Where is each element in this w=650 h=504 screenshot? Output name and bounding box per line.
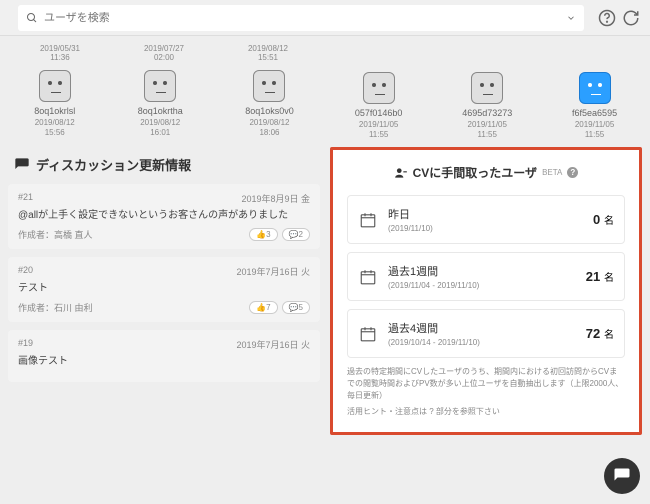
help-icon[interactable]: [598, 9, 616, 27]
cv-row[interactable]: 過去4週間 (2019/10/14 - 2019/11/10) 72 名: [347, 309, 625, 358]
user-date: 2019/11/0511:55: [355, 120, 403, 139]
discussion-author: 作成者：高橋 直人: [18, 228, 93, 241]
discussion-header: ディスカッション更新情報: [8, 155, 320, 174]
comment-pill[interactable]: 💬2: [282, 228, 310, 241]
cv-row-range: (2019/11/04 - 2019/11/10): [388, 281, 586, 290]
cv-unit: 名: [601, 273, 614, 284]
cv-row-label: 過去1週間: [388, 263, 586, 279]
top-bar: [0, 0, 650, 36]
user-name: f6f5ea6595: [572, 108, 617, 118]
user-card[interactable]: 4695d73273 2019/11/0511:55: [462, 72, 512, 139]
user-name: 4695d73273: [462, 108, 512, 118]
cv-row-label: 昨日: [388, 206, 593, 222]
comment-icon: [14, 157, 30, 173]
user-name: 8oq1okrtha: [138, 106, 183, 116]
user-avatar: [144, 70, 176, 102]
user-avatar: [253, 70, 285, 102]
comment-pill[interactable]: 💬5: [282, 301, 310, 314]
discussion-title: @allが上手く設定できないというお客さんの声がありました: [18, 209, 310, 223]
help-icon[interactable]: ?: [567, 167, 578, 178]
user-card[interactable]: 8oq1okrlsl 2019/08/1215:56: [34, 70, 75, 137]
cv-header: CVに手間取ったユーザ BETA ?: [347, 164, 625, 181]
user-date: 2019/11/0511:55: [572, 120, 617, 139]
refresh-icon[interactable]: [622, 9, 640, 27]
discussion-date: 2019年7月16日 火: [236, 265, 310, 278]
cv-row[interactable]: 過去1週間 (2019/11/04 - 2019/11/10) 21 名: [347, 252, 625, 301]
chevron-down-icon: [566, 13, 576, 23]
user-avatar: [39, 70, 71, 102]
user-date: 2019/08/1218:06: [245, 118, 294, 137]
user-card[interactable]: 8oq1oks0v0 2019/08/1218:06: [245, 70, 294, 137]
beta-badge: BETA: [542, 168, 562, 177]
cv-unit: 名: [601, 216, 614, 227]
discussion-item[interactable]: #19 2019年7月16日 火 画像テスト: [8, 330, 320, 382]
discussion-id: #19: [18, 338, 33, 351]
user-avatar: [471, 72, 503, 104]
discussion-id: #21: [18, 192, 33, 205]
user-remove-icon: [394, 166, 408, 180]
cv-count: 72: [586, 326, 600, 341]
like-pill[interactable]: 👍7: [249, 301, 277, 314]
discussion-author: 作成者：石川 由利: [18, 301, 93, 314]
cv-row[interactable]: 昨日 (2019/11/10) 0 名: [347, 195, 625, 244]
user-name: 057f0146b0: [355, 108, 403, 118]
cv-note: 過去の特定期間にCVしたユーザのうち、期間内における初回訪問からCVまでの閲覧時…: [347, 366, 625, 418]
right-column: 057f0146b0 2019/11/0511:55 4695d73273 20…: [330, 44, 642, 496]
user-avatar: [363, 72, 395, 104]
discussion-id: #20: [18, 265, 33, 278]
search-icon: [26, 12, 38, 24]
user-date: 2019/08/1216:01: [138, 118, 183, 137]
chat-icon: [613, 467, 631, 485]
user-name: 8oq1oks0v0: [245, 106, 294, 116]
user-avatar: [579, 72, 611, 104]
search-input[interactable]: [44, 12, 566, 24]
user-date: 2019/08/1215:56: [34, 118, 75, 137]
cv-row-range: (2019/11/10): [388, 224, 593, 233]
like-pill[interactable]: 👍3: [249, 228, 277, 241]
cv-row-label: 過去4週間: [388, 320, 586, 336]
user-date: 2019/11/0511:55: [462, 120, 512, 139]
user-card[interactable]: 057f0146b0 2019/11/0511:55: [355, 72, 403, 139]
user-name: 8oq1okrlsl: [34, 106, 75, 116]
user-card[interactable]: 8oq1okrtha 2019/08/1216:01: [138, 70, 183, 137]
calendar-icon: [358, 211, 378, 229]
calendar-icon: [358, 325, 378, 343]
discussion-title: 画像テスト: [18, 355, 310, 369]
cv-count: 21: [586, 269, 600, 284]
left-top-dates: 2019/05/3111:36 2019/07/2702:00 2019/08/…: [8, 44, 320, 62]
discussion-date: 2019年8月9日 金: [241, 192, 310, 205]
search-box[interactable]: [18, 5, 584, 31]
chat-fab[interactable]: [604, 458, 640, 494]
calendar-icon: [358, 268, 378, 286]
cv-unit: 名: [601, 330, 614, 341]
left-column: 2019/05/3111:36 2019/07/2702:00 2019/08/…: [8, 44, 320, 496]
cv-count: 0: [593, 212, 600, 227]
cv-row-range: (2019/10/14 - 2019/11/10): [388, 338, 586, 347]
user-card[interactable]: f6f5ea6595 2019/11/0511:55: [572, 72, 617, 139]
discussion-item[interactable]: #21 2019年8月9日 金 @allが上手く設定できないというお客さんの声があ…: [8, 184, 320, 249]
cv-panel: CVに手間取ったユーザ BETA ? 昨日 (2019/11/10) 0 名 過…: [330, 147, 642, 435]
discussion-title: テスト: [18, 282, 310, 296]
discussion-item[interactable]: #20 2019年7月16日 火 テスト 作成者：石川 由利 👍7 💬5: [8, 257, 320, 322]
discussion-date: 2019年7月16日 火: [236, 338, 310, 351]
